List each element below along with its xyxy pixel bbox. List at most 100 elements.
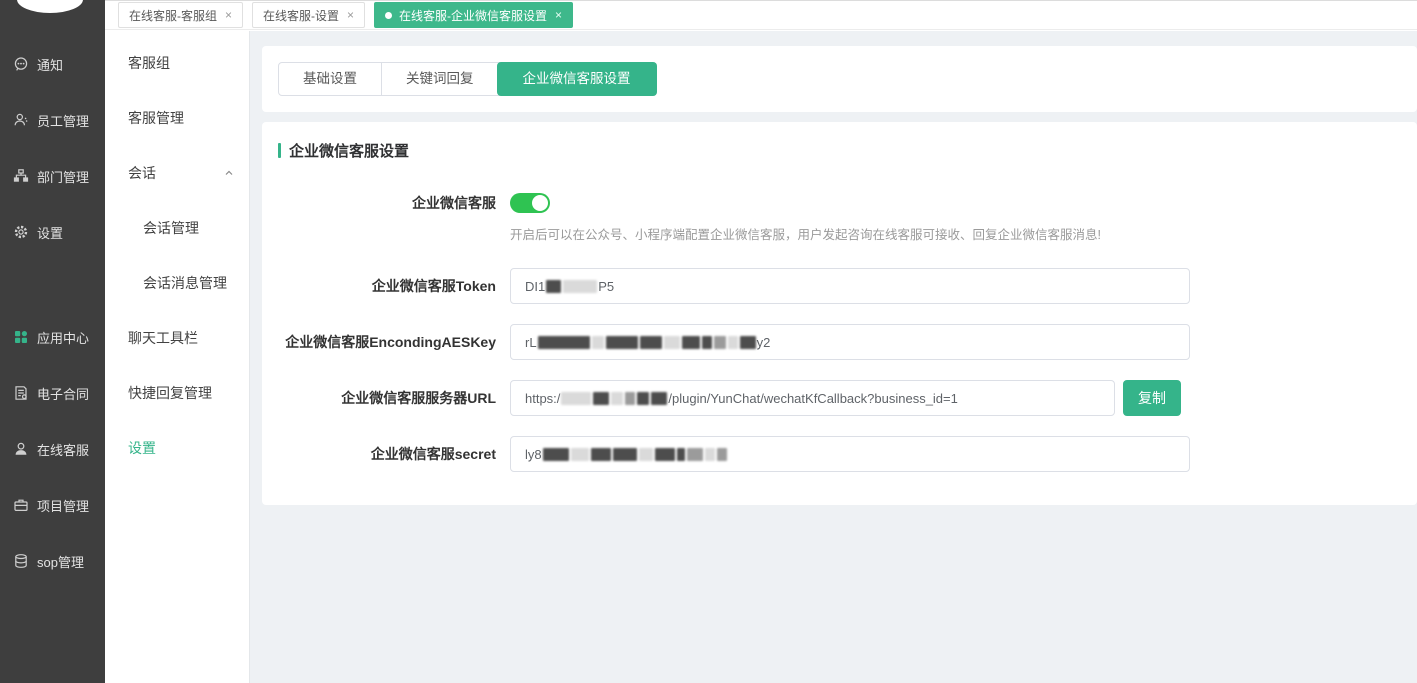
- token-value-start: DI1: [525, 279, 545, 294]
- redacted-text: [538, 336, 590, 349]
- section-accent-bar: [278, 143, 281, 158]
- primary-nav: 通知 员工管理 部门管理 设置: [0, 36, 105, 589]
- window-tab-wechat-kf-settings[interactable]: 在线客服-企业微信客服设置 ×: [374, 2, 573, 28]
- sidebar-item-label: 员工管理: [37, 111, 89, 130]
- submenu-item-kefu-management[interactable]: 客服管理: [105, 90, 249, 145]
- submenu-item-label: 会话管理: [143, 218, 199, 238]
- sidebar-item-settings[interactable]: 设置: [0, 204, 105, 260]
- wechat-kf-toggle[interactable]: [510, 193, 550, 213]
- url-value-end: /plugin/YunChat/wechatKfCallback?busines…: [668, 391, 957, 406]
- server-url-input[interactable]: https:/ /plugin/YunChat/wechatKfCallback…: [510, 380, 1115, 416]
- sidebar-item-label: 项目管理: [37, 496, 89, 515]
- window-tabbar: 在线客服-客服组 × 在线客服-设置 × 在线客服-企业微信客服设置 ×: [105, 0, 1417, 30]
- window-tab-label: 在线客服-企业微信客服设置: [399, 7, 547, 24]
- wechat-kf-help-text: 开启后可以在公众号、小程序端配置企业微信客服，用户发起咨询在线客服可接收、回复企…: [510, 224, 1417, 243]
- url-value-start: https:/: [525, 391, 560, 406]
- redacted-text: [664, 336, 680, 349]
- section-header: 企业微信客服设置: [278, 140, 1417, 161]
- redacted-text: [591, 448, 611, 461]
- close-tab-icon[interactable]: ×: [347, 8, 354, 22]
- redacted-text: [613, 448, 637, 461]
- logo: [17, 0, 83, 13]
- toggle-knob: [532, 195, 548, 211]
- sidebar-item-online-service[interactable]: 在线客服: [0, 421, 105, 477]
- contract-icon: [13, 385, 29, 401]
- sidebar-item-departments[interactable]: 部门管理: [0, 148, 105, 204]
- submenu-item-kefu-group[interactable]: 客服组: [105, 35, 249, 90]
- form-row-aeskey: 企业微信客服EncondingAESKey rL y2: [262, 324, 1417, 360]
- aeskey-value-start: rL: [525, 335, 537, 350]
- redacted-text: [563, 280, 597, 293]
- gear-icon: [13, 224, 29, 240]
- aeskey-input[interactable]: rL y2: [510, 324, 1190, 360]
- settings-tab-group: 基础设置 关键词回复 企业微信客服设置: [278, 62, 657, 96]
- redacted-text: [655, 448, 675, 461]
- redacted-text: [740, 336, 756, 349]
- window-tab-kefu-group[interactable]: 在线客服-客服组 ×: [118, 2, 243, 28]
- app-grid-icon: [13, 329, 29, 345]
- copy-button[interactable]: 复制: [1123, 380, 1181, 416]
- submenu-item-chat-toolbar[interactable]: 聊天工具栏: [105, 310, 249, 365]
- sidebar-item-label: 应用中心: [37, 328, 89, 347]
- submenu-item-label: 客服组: [128, 53, 170, 73]
- window-tab-label: 在线客服-设置: [263, 7, 339, 24]
- close-tab-icon[interactable]: ×: [555, 8, 562, 22]
- sidebar-item-label: sop管理: [37, 552, 84, 571]
- redacted-text: [543, 448, 569, 461]
- secondary-sidebar: 客服组 客服管理 会话 会话管理 会话消息管理 聊天工具栏 快捷回复管理 设置: [105, 31, 250, 683]
- field-label: 企业微信客服EncondingAESKey: [262, 324, 510, 360]
- redacted-text: [651, 392, 667, 405]
- section-title: 企业微信客服设置: [289, 140, 409, 161]
- redacted-text: [687, 448, 703, 461]
- redacted-text: [682, 336, 700, 349]
- submenu-item-label: 快捷回复管理: [128, 383, 212, 403]
- redacted-text: [561, 392, 591, 405]
- app-root: 在线客服-客服组 × 在线客服-设置 × 在线客服-企业微信客服设置 × 通知: [0, 0, 1417, 683]
- sidebar-item-e-contract[interactable]: 电子合同: [0, 365, 105, 421]
- submenu-item-settings[interactable]: 设置: [105, 420, 249, 475]
- close-tab-icon[interactable]: ×: [225, 8, 232, 22]
- window-tab-settings[interactable]: 在线客服-设置 ×: [252, 2, 365, 28]
- main-content: 基础设置 关键词回复 企业微信客服设置 企业微信客服设置 企业微信客服: [250, 31, 1417, 683]
- sidebar-item-label: 部门管理: [37, 167, 89, 186]
- redacted-text: [592, 336, 604, 349]
- sidebar-item-app-center[interactable]: 应用中心: [0, 309, 105, 365]
- redacted-text: [728, 336, 738, 349]
- redacted-text: [625, 392, 635, 405]
- sidebar-item-project-management[interactable]: 项目管理: [0, 477, 105, 533]
- submenu-item-label: 会话消息管理: [143, 273, 227, 293]
- submenu-item-label: 设置: [128, 438, 156, 458]
- secret-input[interactable]: ly8: [510, 436, 1190, 472]
- submenu-item-label: 客服管理: [128, 108, 184, 128]
- submenu-item-session-management[interactable]: 会话管理: [105, 200, 249, 255]
- redacted-text: [546, 280, 561, 293]
- tab-keyword-reply[interactable]: 关键词回复: [381, 63, 498, 95]
- redacted-text: [677, 448, 685, 461]
- redacted-text: [714, 336, 726, 349]
- redacted-text: [571, 448, 589, 461]
- tab-label: 基础设置: [303, 71, 357, 86]
- tab-basic-settings[interactable]: 基础设置: [279, 63, 381, 95]
- aeskey-value-end: y2: [757, 335, 771, 350]
- submenu-item-label: 会话: [128, 163, 156, 183]
- content-tabs-card: 基础设置 关键词回复 企业微信客服设置: [262, 46, 1417, 112]
- primary-sidebar: 通知 员工管理 部门管理 设置: [0, 0, 105, 683]
- redacted-text: [611, 392, 623, 405]
- database-icon: [13, 553, 29, 569]
- staff-icon: [13, 112, 29, 128]
- redacted-text: [593, 392, 609, 405]
- sidebar-item-sop-management[interactable]: sop管理: [0, 533, 105, 589]
- sidebar-item-label: 通知: [37, 55, 63, 74]
- tab-label: 关键词回复: [406, 71, 474, 86]
- tab-wechat-kf-settings[interactable]: 企业微信客服设置: [497, 62, 657, 96]
- sidebar-item-staff[interactable]: 员工管理: [0, 92, 105, 148]
- token-input[interactable]: DI1 P5: [510, 268, 1190, 304]
- submenu-item-session-message-management[interactable]: 会话消息管理: [105, 255, 249, 310]
- window-tab-label: 在线客服-客服组: [129, 7, 217, 24]
- form-row-wechat-kf-toggle: 企业微信客服: [262, 193, 1417, 213]
- submenu-item-session[interactable]: 会话: [105, 145, 249, 200]
- tab-label: 企业微信客服设置: [523, 71, 631, 86]
- customer-service-icon: [13, 441, 29, 457]
- submenu-item-quick-reply-management[interactable]: 快捷回复管理: [105, 365, 249, 420]
- sidebar-item-notifications[interactable]: 通知: [0, 36, 105, 92]
